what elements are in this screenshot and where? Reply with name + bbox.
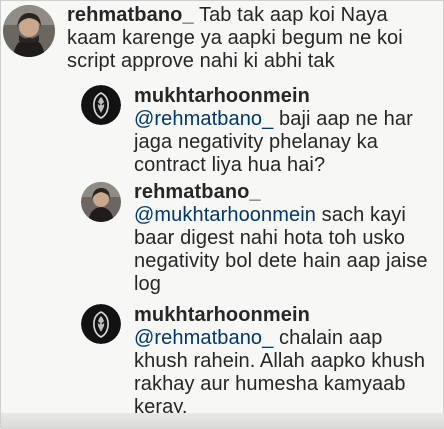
reply-line: khush rahein. Allah aapko khush [134,350,426,372]
reply-line: chalain aap [279,327,383,349]
reply-line: jaga negativity phelanay ka [134,131,378,153]
reply-line: sach kayi [321,204,406,226]
reply-body: rehmatbano_ @mukhtarhoonmein sach kayi b… [134,181,439,296]
comment-body: rehmatbano_ Tab tak aap koi Naya kaam ka… [67,4,439,73]
reply-line: log [134,273,161,295]
comment-line: script approve nahi ki abhi tak [67,50,335,72]
avatar[interactable] [81,85,121,125]
avatar[interactable] [81,304,121,344]
comment-line: kaam karenge ya aapki begum ne koi [67,27,403,49]
comment-line: Tab tak aap koi Naya [198,4,388,26]
reply-line: baji aap ne har [279,108,413,130]
mention-link[interactable]: @rehmatbano_ [134,327,273,349]
reply-username[interactable]: rehmatbano_ [134,181,261,203]
reply-username[interactable]: mukhtarhoonmein [134,85,310,107]
reply-body: mukhtarhoonmein @rehmatbano_ baji aap ne… [134,85,439,177]
avatar[interactable] [81,182,121,222]
reply-body: mukhtarhoonmein @rehmatbano_ chalain aap… [134,304,439,419]
comment-thread: rehmatbano_ Tab tak aap koi Naya kaam ka… [0,0,444,429]
avatar[interactable] [3,5,55,57]
mention-link[interactable]: @mukhtarhoonmein [134,204,316,226]
bottom-edge [1,413,444,429]
reply-line: negativity bol dete hain aap jaise [134,250,428,272]
mask-logo-icon [81,85,121,125]
woman-portrait-icon [3,5,55,57]
mention-link[interactable]: @rehmatbano_ [134,108,273,130]
reply-line: baar digest nahi hota toh usko [134,227,405,249]
reply-line: rakhay aur humesha kamyaab [134,373,406,395]
mask-logo-icon [81,304,121,344]
reply-line: contract liya hua hai? [134,154,326,176]
reply-username[interactable]: mukhtarhoonmein [134,304,310,326]
comment-username[interactable]: rehmatbano_ [67,4,194,26]
woman-portrait-icon [81,182,121,222]
